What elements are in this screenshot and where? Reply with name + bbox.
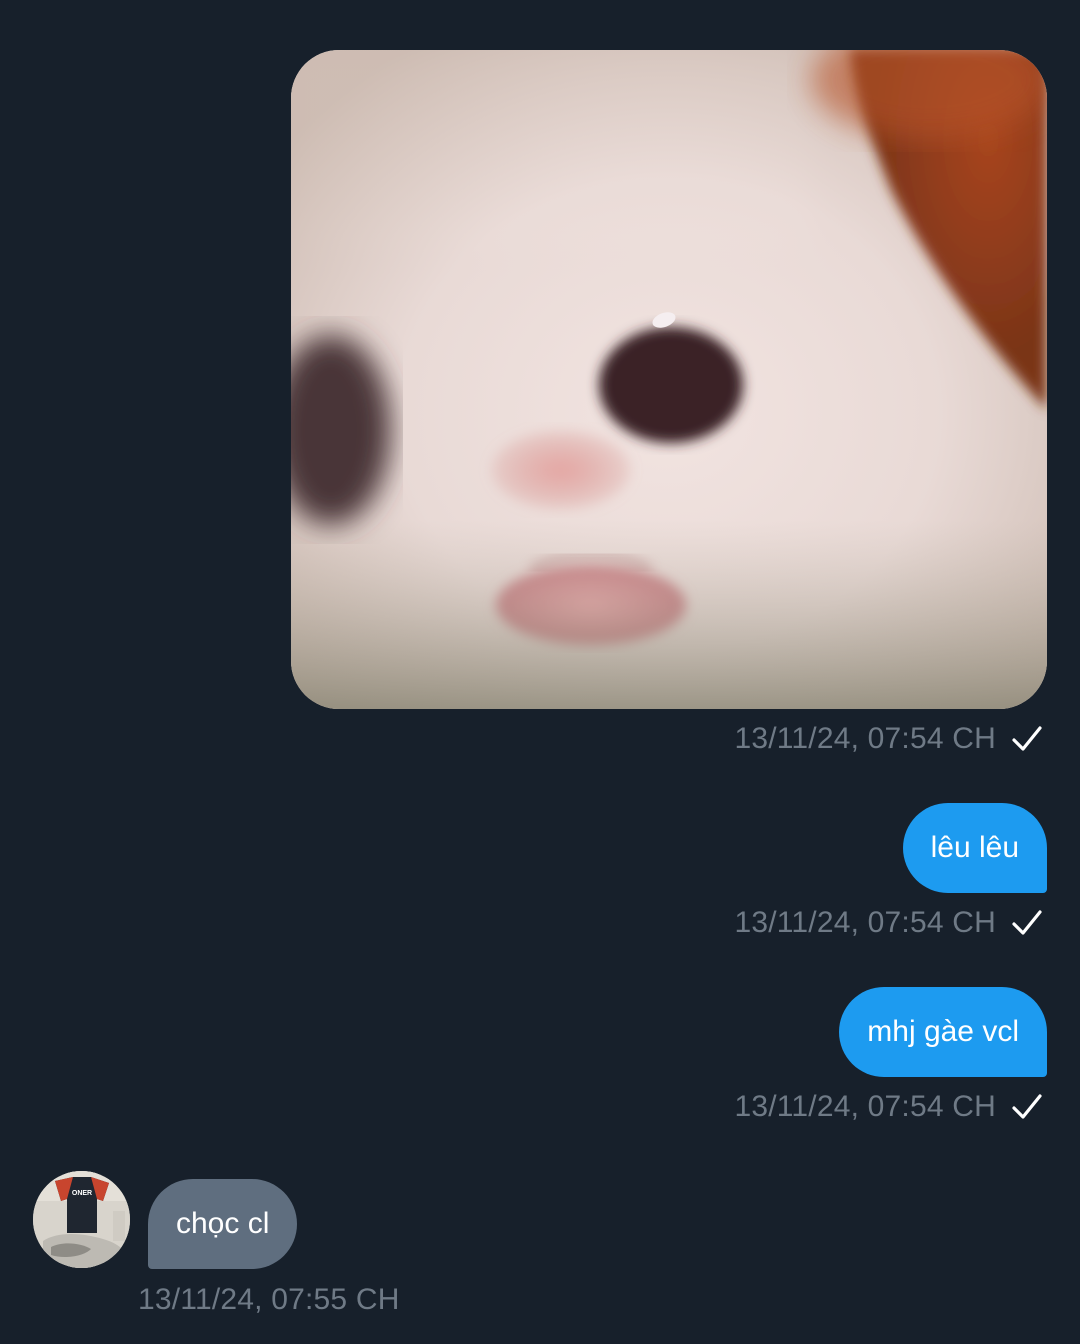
timestamp: 13/11/24, 07:54 CH [734,1090,996,1123]
sent-image-message[interactable] [291,50,1047,709]
message-meta: 13/11/24, 07:54 CH [734,722,1044,756]
kitten-photo [291,50,1047,709]
check-icon [1012,1094,1042,1119]
check-icon [1012,726,1042,751]
timestamp: 13/11/24, 07:54 CH [734,722,996,755]
timestamp: 13/11/24, 07:55 CH [138,1283,400,1316]
received-message-bubble[interactable]: chọc cl [148,1179,298,1269]
message-meta: 13/11/24, 07:54 CH [734,1090,1044,1124]
message-text: lêu lêu [930,831,1019,864]
message-meta: 13/11/24, 07:54 CH [734,906,1044,940]
sent-message-bubble[interactable]: lêu lêu [902,803,1047,893]
message-text: mhj gàe vcl [867,1015,1019,1048]
avatar-photo: ONER [33,1171,130,1268]
message-meta: 13/11/24, 07:55 CH [138,1283,400,1317]
conversation-view: 13/11/24, 07:54 CH lêu lêu 13/11/24, 07:… [0,0,1080,1344]
timestamp: 13/11/24, 07:54 CH [734,906,996,939]
shirt-text: ONER [72,1190,92,1197]
message-text: chọc cl [176,1207,270,1240]
sent-message-bubble[interactable]: mhj gàe vcl [839,987,1047,1077]
check-icon [1012,910,1042,935]
avatar[interactable]: ONER [33,1171,130,1268]
